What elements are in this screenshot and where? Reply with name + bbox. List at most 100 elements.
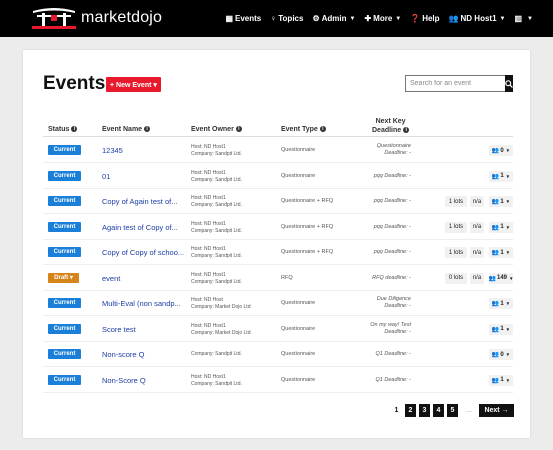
event-name-link[interactable]: Non-score Q [102,350,145,359]
users-icon: 👥 [448,14,459,23]
event-owner: Host: ND Host1 Company: Sandpit Ltd. [191,144,242,158]
event-name-link[interactable]: Copy of Copy of schoo... [102,248,184,257]
participants-dropdown[interactable]: 👥 0 ▼ [489,349,513,360]
column-status[interactable]: Status i [48,126,78,133]
participants-count: 1 [500,198,504,205]
participants-dropdown[interactable]: 👥 149 ▼ [489,272,513,284]
event-type: Questionnaire + RFQ [281,198,334,204]
status-badge[interactable]: Draft ▾ [48,272,79,283]
owner-line: Host: ND Host1 [191,220,226,227]
event-type: RFQ [281,274,293,281]
status-badge: Current [48,247,81,257]
nav-admin-label: Admin [321,14,347,23]
column-event-type[interactable]: Event Type i [281,126,326,133]
event-owner: Host: ND Host1 Company: Sandpit Ltd. [191,221,242,235]
nav-more[interactable]: ✚ More ▼ [364,14,401,23]
users-icon: 👥 [491,250,500,256]
next-deadline: pqq Deadline: - [374,198,411,205]
table-row: Current Non-score Q Company: Sandpit Ltd. Q… [43,342,513,367]
page-5-button[interactable]: 5 [447,404,458,417]
event-owner: Host: ND Host1 Company: Sandpit Ltd. [191,272,242,286]
event-name-link[interactable]: event [102,274,120,283]
table-row: Current Score test Host: ND Host1 Company: … [43,317,513,342]
participants-dropdown[interactable]: 👥 1 ▼ [489,374,513,386]
users-icon: 👥 [491,173,500,180]
participants-dropdown[interactable]: 👥 1 ▼ [489,221,513,233]
info-icon: i [144,126,151,133]
deadline-line: pqq Deadline: - [373,249,411,255]
deadline-line: RFQ deadline: - [372,274,411,281]
participants-dropdown[interactable]: 👥 1 ▼ [489,298,513,309]
column-event-name[interactable]: Event Name i [102,126,151,133]
lots-count[interactable]: 1 lots [445,196,467,207]
deadline-line: Q1 Deadline: - [375,351,411,357]
event-name-link[interactable]: Score test [102,325,136,334]
uk-flag-icon: ▥ [514,14,523,23]
nav-help[interactable]: ❓ Help [410,14,439,23]
event-name-link[interactable]: 12345 [102,146,123,155]
owner-line: Host: ND Host1 [191,271,226,278]
nav-topics[interactable]: ♀ Topics [270,14,303,23]
nav-more-label: More [373,14,393,23]
status-badge: Current [48,298,81,308]
column-next-deadline[interactable]: Next Key Deadline i [372,117,410,135]
search-icon [505,79,513,88]
page-1-button[interactable]: 1 [391,404,402,417]
table-row: Current 12345 Host: ND Host1 Company: Sandp… [43,138,513,163]
pagination-ellipsis: ... [466,407,472,414]
event-search [405,75,513,92]
owner-line: Company: Sandpit Ltd. [191,151,242,157]
status-badge: Current [48,196,81,206]
event-name-link[interactable]: Again test of Copy of... [102,223,178,232]
event-owner: Host: ND Host1 Company: Sandpit Ltd. [191,246,242,260]
nav-lang[interactable]: ▥ ▼ [514,14,533,23]
page-3-button[interactable]: 3 [419,404,430,417]
column-status-label: Status [48,126,70,133]
users-icon: 👥 [491,148,500,154]
page-4-button[interactable]: 4 [433,404,444,417]
caret-down-icon: ▼ [499,15,506,22]
participants-dropdown[interactable]: 👥 1 ▼ [489,170,513,182]
na-value: n/a [470,196,484,207]
next-page-button[interactable]: Next → [479,404,514,417]
deadline-line: pqq Deadline: - [373,198,411,204]
search-button[interactable] [505,75,513,92]
new-event-button[interactable]: + New Event ▾ [106,77,161,92]
nav-events[interactable]: ▦ Events [225,14,261,23]
participants-dropdown[interactable]: 👥 1 ▼ [489,247,513,258]
table-row: Current Again test of Copy of... Host: ND … [43,215,513,240]
lots-count[interactable]: 1 lots [445,247,467,258]
participants-dropdown[interactable]: 👥 1 ▼ [489,196,513,207]
event-name-link[interactable]: 01 [102,172,110,181]
nav-user[interactable]: 👥 ND Host1 ▼ [449,14,506,23]
users-icon: 👥 [491,224,500,231]
na-value: n/a [470,272,484,284]
caret-down-icon: ▼ [505,148,511,153]
event-name-link[interactable]: Multi-Eval (non sandp... [102,299,181,308]
owner-line: Host: ND Host1 [191,195,226,201]
participants-dropdown[interactable]: 👥 1 ▼ [489,323,513,335]
column-event-owner[interactable]: Event Owner i [191,126,242,133]
status-badge: Current [48,145,81,155]
page-2-button[interactable]: 2 [405,404,416,417]
next-deadline: Due Diligence Deadline: - [377,296,411,310]
caret-down-icon: ▼ [505,301,511,306]
participants-count: 149 [497,275,508,281]
owner-line: Company: Market Dojo Ltd [191,329,251,336]
nav-admin[interactable]: ⚙ Admin ▼ [312,14,355,23]
owner-line: Company: Sandpit Ltd. [191,253,242,259]
event-type: Questionnaire [281,325,316,332]
lots-count[interactable]: 0 lots [445,272,467,284]
participants-count: 1 [500,224,504,230]
lots-count[interactable]: 1 lots [445,221,467,233]
search-input[interactable] [405,75,505,92]
participants-dropdown[interactable]: 👥 0 ▼ [489,145,513,156]
calendar-icon: ▦ [225,14,234,23]
brand-logo[interactable]: marketdojo [32,6,162,30]
page-title: Events [43,73,106,94]
column-deadline-label-1: Next Key [375,118,406,125]
event-name-link[interactable]: Non-Score Q [102,376,146,385]
deadline-line: pqq Deadline: - [373,172,411,179]
table-row: Current Multi-Eval (non sandp... Host: ND … [43,291,513,316]
event-name-link[interactable]: Copy of Again test of... [102,197,177,206]
